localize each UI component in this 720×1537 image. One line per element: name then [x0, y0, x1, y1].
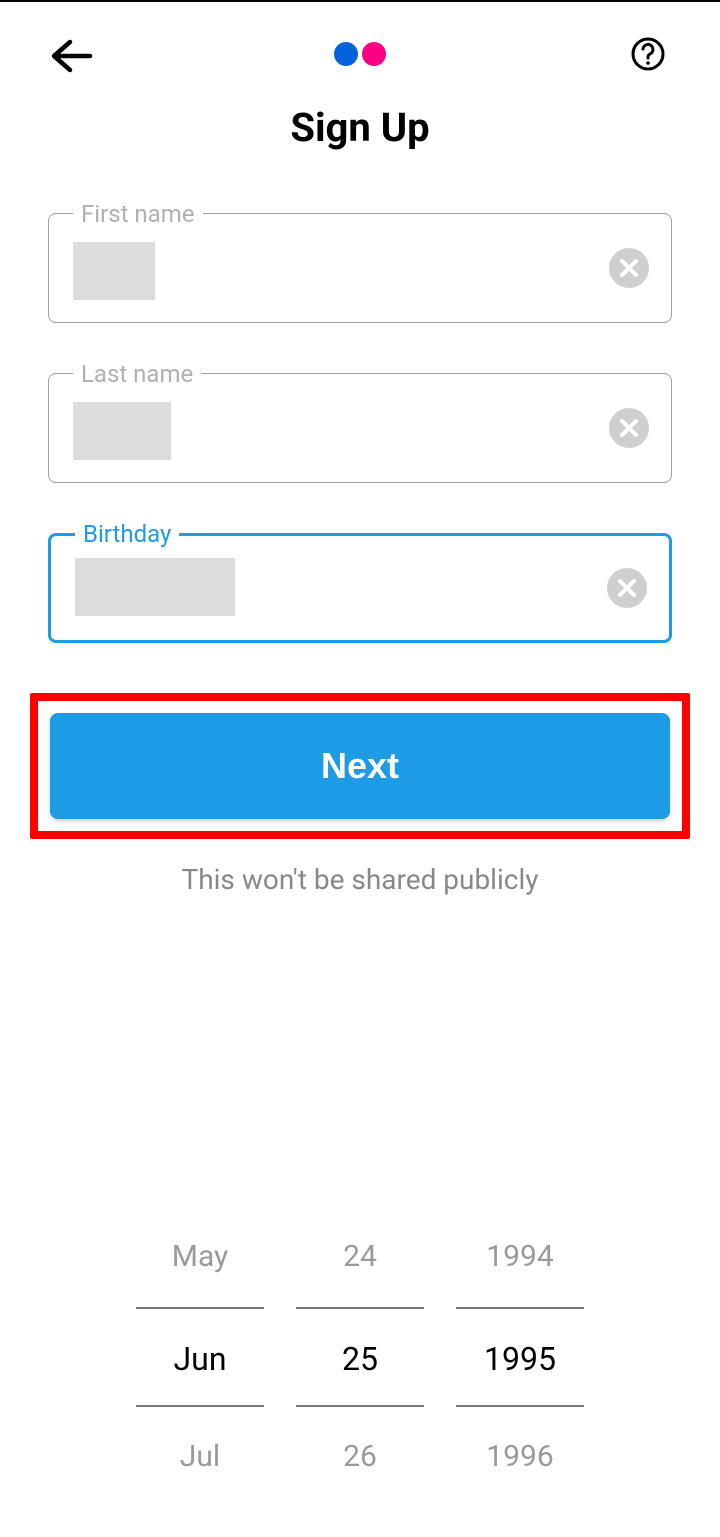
date-picker[interactable]: May Jun Jul 24 25 26 1994 1995 1996	[0, 1207, 720, 1507]
day-column[interactable]: 24 25 26	[296, 1207, 424, 1507]
first-name-label: First name	[73, 200, 203, 228]
month-column[interactable]: May Jun Jul	[136, 1207, 264, 1507]
month-prev[interactable]: May	[136, 1207, 264, 1307]
close-icon	[618, 257, 640, 279]
page-title: Sign Up	[0, 104, 720, 151]
header	[0, 2, 720, 78]
day-prev[interactable]: 24	[296, 1207, 424, 1307]
help-button[interactable]	[630, 36, 666, 76]
logo-dot-pink	[362, 42, 386, 66]
month-selected[interactable]: Jun	[136, 1307, 264, 1407]
birthday-redacted-value	[75, 558, 235, 616]
highlight-annotation: Next	[30, 693, 690, 839]
back-button[interactable]	[50, 36, 94, 80]
last-name-redacted-value	[73, 402, 171, 460]
birthday-field[interactable]: Birthday	[48, 533, 672, 643]
year-next[interactable]: 1996	[456, 1407, 584, 1507]
year-selected[interactable]: 1995	[456, 1307, 584, 1407]
last-name-field[interactable]: Last name	[48, 373, 672, 483]
month-next[interactable]: Jul	[136, 1407, 264, 1507]
first-name-field[interactable]: First name	[48, 213, 672, 323]
year-prev[interactable]: 1994	[456, 1207, 584, 1307]
arrow-left-icon	[50, 36, 94, 76]
app-logo	[334, 42, 386, 66]
birthday-label: Birthday	[75, 520, 179, 548]
signup-form: First name Last name Birthday	[0, 213, 720, 643]
close-icon	[616, 577, 638, 599]
privacy-note: This won't be shared publicly	[0, 863, 720, 896]
day-next[interactable]: 26	[296, 1407, 424, 1507]
last-name-label: Last name	[73, 360, 201, 388]
next-button[interactable]: Next	[50, 713, 670, 819]
year-column[interactable]: 1994 1995 1996	[456, 1207, 584, 1507]
clear-last-name-button[interactable]	[609, 408, 649, 448]
logo-dot-blue	[334, 42, 358, 66]
help-icon	[630, 36, 666, 72]
clear-first-name-button[interactable]	[609, 248, 649, 288]
clear-birthday-button[interactable]	[607, 568, 647, 608]
day-selected[interactable]: 25	[296, 1307, 424, 1407]
first-name-redacted-value	[73, 242, 155, 300]
close-icon	[618, 417, 640, 439]
